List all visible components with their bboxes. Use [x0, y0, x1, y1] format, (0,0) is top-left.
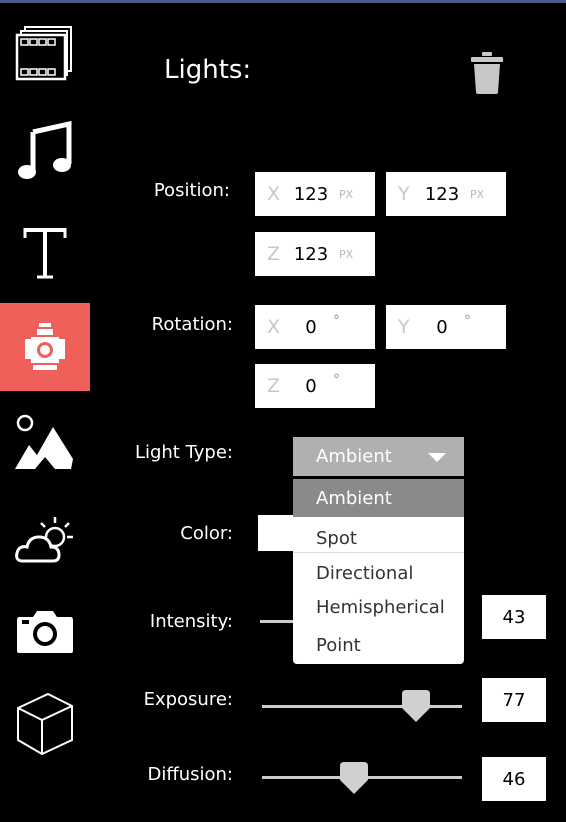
page-title: Lights: — [164, 55, 252, 85]
sidebar-item-text[interactable] — [0, 209, 90, 297]
axis-label: Y — [398, 316, 410, 338]
slider-handle-icon — [340, 762, 368, 794]
axis-label: X — [267, 183, 281, 205]
unit-label: ° — [333, 313, 340, 329]
rotation-y-field[interactable]: Y 0 ° — [386, 305, 506, 349]
color-swatch[interactable] — [258, 515, 294, 551]
light-type-option-hemispherical[interactable]: Hemispherical — [293, 589, 464, 625]
camera-icon — [17, 611, 73, 653]
sidebar-item-environment[interactable] — [0, 497, 90, 585]
sidebar-item-background[interactable] — [0, 399, 90, 487]
delete-button[interactable] — [471, 52, 503, 98]
position-x-field[interactable]: X 123 PX — [255, 172, 375, 216]
light-type-option-directional[interactable]: Directional — [293, 555, 464, 591]
sidebar-item-camera[interactable] — [0, 587, 90, 675]
rotation-z-field[interactable]: Z 0 ° — [255, 364, 375, 408]
spotlight-icon — [25, 323, 65, 370]
rotation-label: Rotation: — [151, 314, 233, 335]
sidebar-item-media[interactable] — [0, 9, 90, 97]
axis-label: Z — [267, 375, 281, 397]
cube-icon — [17, 692, 73, 756]
sidebar-item-3d-object[interactable] — [0, 679, 90, 767]
unit-label: ° — [464, 313, 471, 329]
rotation-x-input[interactable]: 0 — [291, 317, 331, 338]
diffusion-value-field[interactable]: 46 — [482, 757, 546, 801]
light-type-select[interactable]: Ambient — [293, 437, 464, 476]
light-type-dropdown: Ambient Spot Directional Hemispherical P… — [293, 479, 464, 664]
position-y-input[interactable]: 123 — [422, 184, 462, 205]
color-label: Color: — [180, 523, 233, 544]
text-icon — [23, 228, 67, 279]
weather-icon — [15, 517, 73, 563]
dropdown-divider — [293, 552, 464, 553]
axis-label: Y — [398, 183, 410, 205]
unit-label: ° — [333, 372, 340, 388]
sidebar-item-lights[interactable] — [0, 303, 90, 391]
music-icon — [18, 120, 72, 179]
sidebar-item-audio[interactable] — [0, 107, 90, 195]
diffusion-slider-thumb[interactable] — [340, 762, 368, 798]
landscape-icon — [15, 414, 73, 469]
light-type-option-ambient[interactable]: Ambient — [293, 479, 464, 517]
position-label: Position: — [153, 180, 230, 201]
rotation-y-input[interactable]: 0 — [422, 317, 462, 338]
position-y-field[interactable]: Y 123 PX — [386, 172, 506, 216]
intensity-label: Intensity: — [149, 611, 233, 632]
unit-label: PX — [470, 187, 485, 201]
position-z-field[interactable]: Z 123 PX — [255, 232, 375, 276]
unit-label: PX — [339, 187, 354, 201]
diffusion-label: Diffusion: — [147, 764, 233, 785]
intensity-value-field[interactable]: 43 — [482, 595, 546, 639]
unit-label: PX — [339, 247, 354, 261]
exposure-value-field[interactable]: 77 — [482, 678, 546, 722]
light-type-selected-value: Ambient — [316, 446, 392, 467]
position-x-input[interactable]: 123 — [291, 184, 331, 205]
rotation-z-input[interactable]: 0 — [291, 376, 331, 397]
exposure-slider-track[interactable] — [262, 705, 462, 708]
exposure-label: Exposure: — [143, 689, 233, 710]
position-z-input[interactable]: 123 — [291, 244, 331, 265]
film-strip-icon — [15, 26, 72, 81]
light-type-label: Light Type: — [134, 442, 233, 463]
rotation-x-field[interactable]: X 0 ° — [255, 305, 375, 349]
axis-label: Z — [267, 243, 281, 265]
light-type-option-point[interactable]: Point — [293, 627, 464, 663]
slider-handle-icon — [402, 690, 430, 722]
sidebar — [0, 3, 90, 822]
trash-icon — [471, 52, 503, 94]
exposure-slider-thumb[interactable] — [402, 690, 430, 726]
chevron-down-icon — [428, 453, 446, 462]
axis-label: X — [267, 316, 281, 338]
